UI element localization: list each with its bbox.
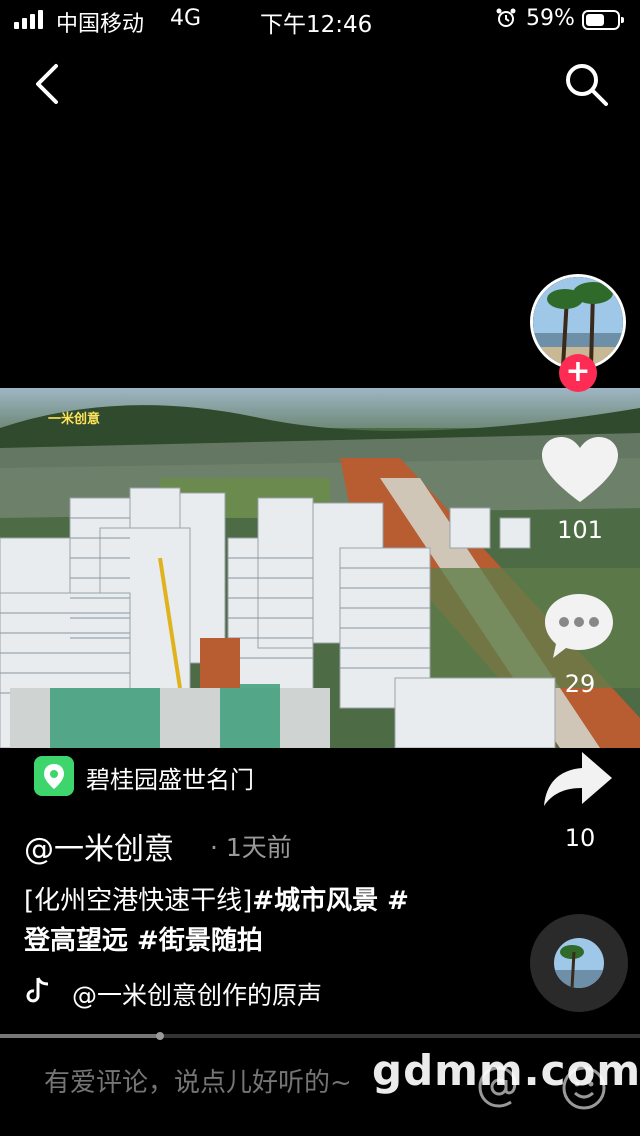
share-count: 10 [564,824,596,852]
location-pin-icon[interactable] [34,756,74,796]
music-disc[interactable] [530,914,628,1012]
post-time: · 1天前 [210,833,292,862]
follow-button[interactable]: + [559,354,597,392]
like-count: 101 [557,516,603,544]
back-icon[interactable] [30,62,66,106]
status-bar: 中国移动 4G 下午12:46 59% [0,0,640,40]
battery-icon [582,10,624,30]
comment-count: 29 [564,670,596,698]
music-note-icon [26,977,49,1003]
alarm-icon [496,8,516,27]
hashtag-link[interactable]: #城市风景 # [252,886,409,916]
battery-percent: 59% [526,6,575,31]
caption-text: [化州空港快速干线] [24,886,253,916]
video-watermark: 一米创意 [48,412,101,427]
comment-icon[interactable] [543,592,615,660]
clock: 下午12:46 [260,12,373,38]
carrier-label: 中国移动 [56,12,145,37]
share-icon[interactable] [542,750,614,810]
author-name[interactable]: @一米创意 [24,824,174,868]
disc-cover [554,938,604,988]
caption-line-1: [化州空港快速干线]#城市风景 # [24,880,409,917]
search-icon[interactable] [562,60,610,108]
signal-strength-icon [14,10,43,29]
network-label: 4G [170,6,202,31]
caption-line-2[interactable]: 登高望远 #街景随拍 [24,920,263,957]
location-label[interactable]: 碧桂园盛世名门 [86,760,254,795]
site-watermark: gdmm.com [372,1046,640,1095]
music-title[interactable]: @一米创意创作的原声 [72,976,322,1012]
battery-fill [586,14,604,26]
playback-progress-knob[interactable] [156,1032,164,1040]
heart-icon[interactable] [540,436,620,506]
playback-progress-fill [0,1034,160,1038]
